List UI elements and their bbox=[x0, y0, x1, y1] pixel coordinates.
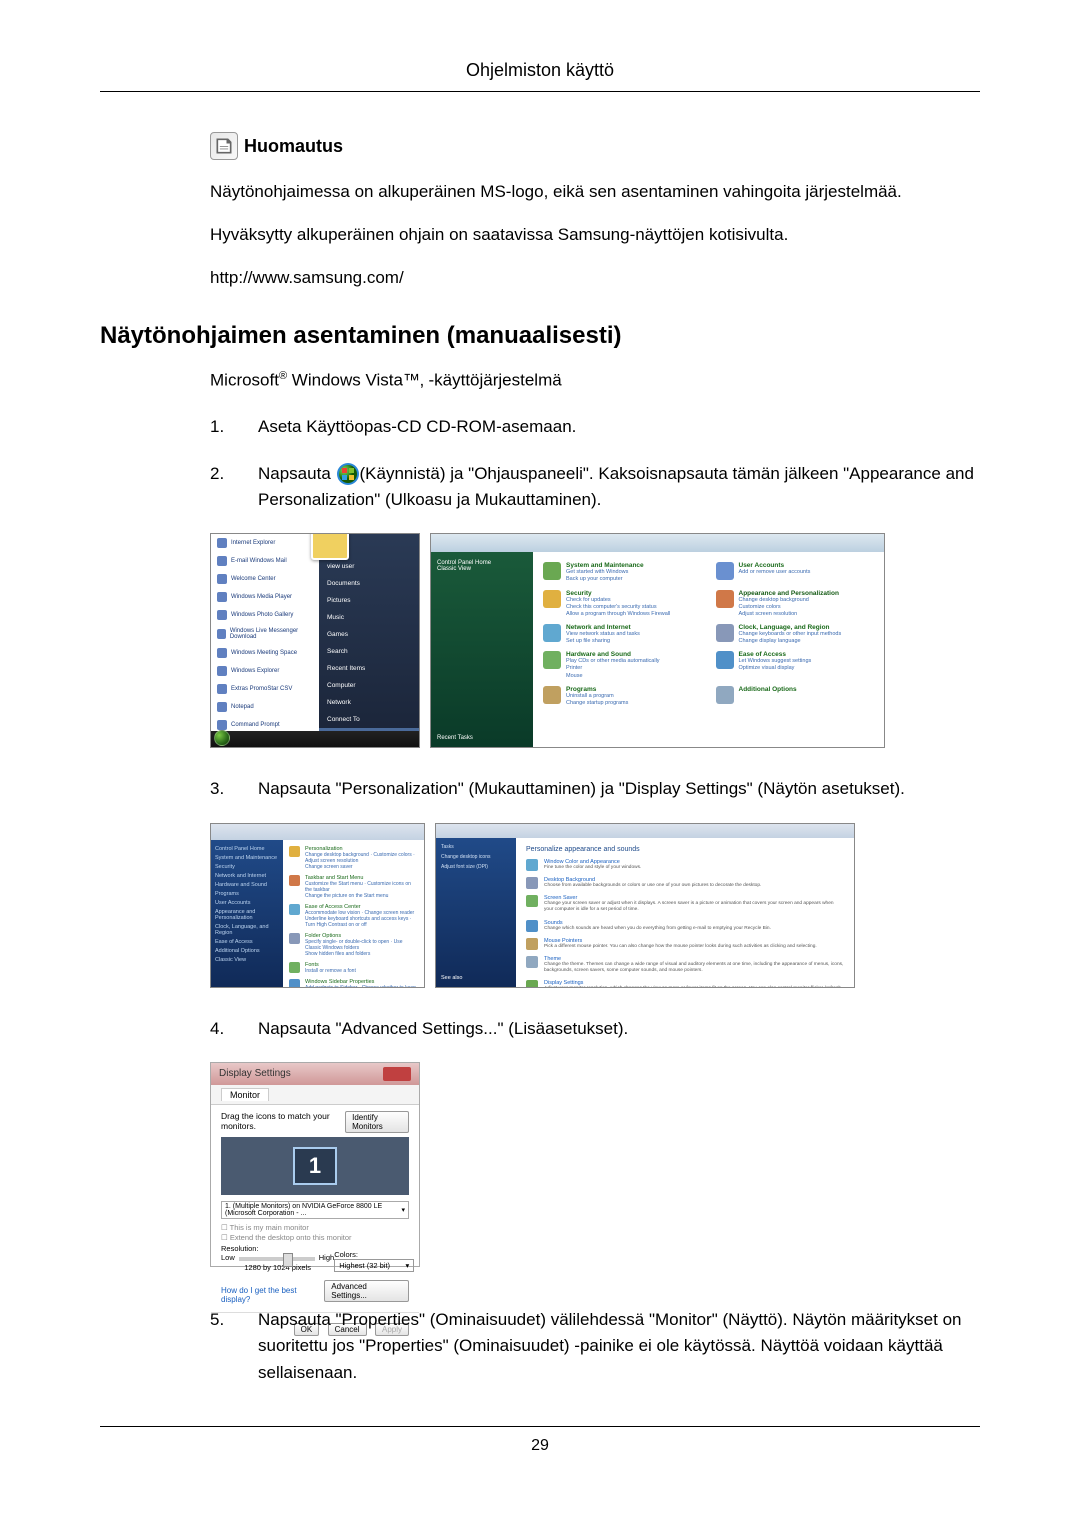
sidebar-item[interactable]: Programs bbox=[215, 891, 279, 897]
resolution-slider[interactable] bbox=[239, 1257, 315, 1261]
page-header-title: Ohjelmiston käyttö bbox=[100, 60, 980, 92]
help-link[interactable]: How do I get the best display? bbox=[221, 1286, 324, 1304]
step-4: 4. Napsauta "Advanced Settings..." (Lisä… bbox=[210, 1016, 980, 1042]
sidebar-item[interactable]: System and Maintenance bbox=[215, 855, 279, 861]
control-panel-item[interactable]: Ease of AccessLet Windows suggest settin… bbox=[716, 651, 875, 679]
control-panel-item[interactable]: Appearance and PersonalizationChange des… bbox=[716, 590, 875, 618]
chevron-down-icon: ▾ bbox=[405, 1261, 409, 1270]
monitor-icon-1[interactable]: 1 bbox=[293, 1147, 337, 1185]
start-menu-item[interactable]: Windows Explorer bbox=[211, 662, 321, 680]
note-line-1: Näytönohjaimessa on alkuperäinen MS-logo… bbox=[210, 178, 980, 205]
close-icon[interactable] bbox=[383, 1067, 411, 1081]
personalization-item[interactable]: ThemeChange the theme. Themes can change… bbox=[526, 956, 844, 974]
start-menu-item[interactable]: Windows Meeting Space bbox=[211, 644, 321, 662]
colors-dropdown[interactable]: Highest (32 bit)▾ bbox=[334, 1259, 414, 1272]
note-box: Huomautus Näytönohjaimessa on alkuperäin… bbox=[210, 132, 980, 292]
start-menu-item[interactable]: view user bbox=[319, 558, 419, 575]
sidebar-item[interactable]: Adjust font size (DPI) bbox=[441, 864, 511, 870]
monitor-dropdown[interactable]: 1. (Multiple Monitors) on NVIDIA GeForce… bbox=[221, 1201, 409, 1219]
screenshot-personalization: Tasks Change desktop icons Adjust font siz… bbox=[435, 823, 855, 988]
sidebar-item[interactable]: User Accounts bbox=[215, 900, 279, 906]
sidebar-item[interactable]: Hardware and Sound bbox=[215, 882, 279, 888]
section-heading: Näytönohjaimen asentaminen (manuaalisest… bbox=[100, 322, 980, 350]
sidebar-item[interactable]: Classic View bbox=[215, 957, 279, 963]
start-menu-item[interactable]: Recent Items bbox=[319, 660, 419, 677]
control-panel-item[interactable]: Network and InternetView network status … bbox=[543, 624, 702, 645]
screenshot-appearance-panel: Control Panel Home System and Maintenance… bbox=[210, 823, 425, 988]
personalization-item[interactable]: SoundsChange which sounds are heard when… bbox=[526, 920, 844, 932]
windows-start-icon bbox=[336, 462, 360, 486]
sidebar-item[interactable]: Appearance and Personalization bbox=[215, 909, 279, 921]
tab-monitor[interactable]: Monitor bbox=[221, 1088, 269, 1101]
step-2: 2. Napsauta (Käynnistä) ja "Ohjauspaneel… bbox=[210, 461, 980, 514]
start-menu-item[interactable]: Network bbox=[319, 694, 419, 711]
personalization-item[interactable]: Window Color and AppearanceFine tune the… bbox=[526, 859, 844, 871]
appearance-item[interactable]: Ease of Access CenterAccommodate low vis… bbox=[289, 904, 418, 928]
sidebar-item[interactable]: Network and Internet bbox=[215, 873, 279, 879]
sidebar-item[interactable]: Change desktop icons bbox=[441, 854, 511, 860]
start-menu-item[interactable]: Notepad bbox=[211, 698, 321, 716]
appearance-item[interactable]: Taskbar and Start MenuCustomize the Star… bbox=[289, 875, 418, 899]
sidebar-item[interactable]: Ease of Access bbox=[215, 939, 279, 945]
step-5: 5. Napsauta "Properties" (Ominaisuudet) … bbox=[210, 1307, 980, 1386]
os-subtitle: Microsoft® Windows Vista™‚ -käyttöjärjes… bbox=[210, 370, 980, 391]
main-monitor-checkbox[interactable]: ☐ This is my main monitor bbox=[221, 1223, 409, 1232]
sidebar-item[interactable]: Clock, Language, and Region bbox=[215, 924, 279, 936]
appearance-item[interactable]: FontsInstall or remove a font bbox=[289, 962, 418, 974]
step-1: 1. Aseta Käyttöopas-CD CD-ROM-asemaan. bbox=[210, 414, 980, 440]
note-icon bbox=[210, 132, 238, 160]
control-panel-item[interactable]: SecurityCheck for updatesCheck this comp… bbox=[543, 590, 702, 618]
control-panel-item[interactable]: User AccountsAdd or remove user accounts bbox=[716, 562, 875, 583]
personalization-item[interactable]: Mouse PointersPick a different mouse poi… bbox=[526, 938, 844, 950]
page-number: 29 bbox=[100, 1426, 980, 1455]
control-panel-item[interactable]: Hardware and SoundPlay CDs or other medi… bbox=[543, 651, 702, 679]
start-menu-item[interactable]: Welcome Center bbox=[211, 570, 321, 588]
control-panel-item[interactable]: Additional Options bbox=[716, 686, 875, 707]
chevron-down-icon: ▾ bbox=[401, 1206, 405, 1214]
advanced-settings-button[interactable]: Advanced Settings... bbox=[324, 1280, 409, 1302]
screenshot-display-settings: Display Settings Monitor Drag the icons … bbox=[210, 1062, 420, 1267]
screenshot-control-panel: Control Panel Home Classic View Recent T… bbox=[430, 533, 885, 748]
identify-monitors-button[interactable]: Identify Monitors bbox=[345, 1111, 409, 1133]
sidebar-item[interactable]: Control Panel Home bbox=[215, 846, 279, 852]
start-menu-item[interactable]: Documents bbox=[319, 575, 419, 592]
start-menu-item[interactable]: Internet Explorer bbox=[211, 534, 321, 552]
start-menu-item[interactable]: Search bbox=[319, 643, 419, 660]
resolution-label: Resolution: bbox=[221, 1244, 334, 1253]
start-menu-item[interactable]: Pictures bbox=[319, 592, 419, 609]
sidebar-item[interactable]: Security bbox=[215, 864, 279, 870]
control-panel-item[interactable]: Clock, Language, and RegionChange keyboa… bbox=[716, 624, 875, 645]
screenshot-start-menu: Internet ExplorerE-mail Windows MailWelc… bbox=[210, 533, 420, 748]
start-menu-item[interactable]: Windows Live Messenger Download bbox=[211, 624, 321, 644]
appearance-item[interactable]: Windows Sidebar PropertiesAdd gadgets to… bbox=[289, 979, 418, 988]
note-line-2: Hyväksytty alkuperäinen ohjain on saatav… bbox=[210, 221, 980, 248]
personalization-item[interactable]: Display SettingsAdjust your monitor reso… bbox=[526, 980, 844, 987]
start-menu-item[interactable]: Extras PromoStar CSV bbox=[211, 680, 321, 698]
control-panel-item[interactable]: ProgramsUninstall a programChange startu… bbox=[543, 686, 702, 707]
personalization-item[interactable]: Screen SaverChange your screen saver or … bbox=[526, 895, 844, 913]
start-menu-item[interactable]: Windows Media Player bbox=[211, 588, 321, 606]
start-menu-item[interactable]: Computer bbox=[319, 677, 419, 694]
start-menu-item[interactable]: Connect To bbox=[319, 711, 419, 728]
personalization-item[interactable]: Desktop BackgroundChoose from available … bbox=[526, 877, 844, 889]
resolution-value: 1280 by 1024 pixels bbox=[221, 1263, 334, 1272]
control-panel-item[interactable]: System and MaintenanceGet started with W… bbox=[543, 562, 702, 583]
extend-desktop-checkbox[interactable]: ☐ Extend the desktop onto this monitor bbox=[221, 1233, 409, 1242]
sidebar-item[interactable]: Tasks bbox=[441, 844, 511, 850]
sidebar-item[interactable]: Additional Options bbox=[215, 948, 279, 954]
note-url[interactable]: http://www.samsung.com/ bbox=[210, 268, 404, 287]
drag-hint: Drag the icons to match your monitors. bbox=[221, 1111, 345, 1133]
dialog-title: Display Settings bbox=[219, 1068, 291, 1079]
start-menu-item[interactable]: Windows Photo Gallery bbox=[211, 606, 321, 624]
start-menu-item[interactable]: Games bbox=[319, 626, 419, 643]
colors-label: Colors: bbox=[334, 1250, 414, 1259]
note-title: Huomautus bbox=[244, 136, 343, 157]
step-3: 3. Napsauta "Personalization" (Mukauttam… bbox=[210, 776, 980, 802]
start-menu-item[interactable]: Music bbox=[319, 609, 419, 626]
appearance-item[interactable]: PersonalizationChange desktop background… bbox=[289, 846, 418, 870]
start-menu-item[interactable]: E-mail Windows Mail bbox=[211, 552, 321, 570]
appearance-item[interactable]: Folder OptionsSpecify single- or double-… bbox=[289, 933, 418, 957]
